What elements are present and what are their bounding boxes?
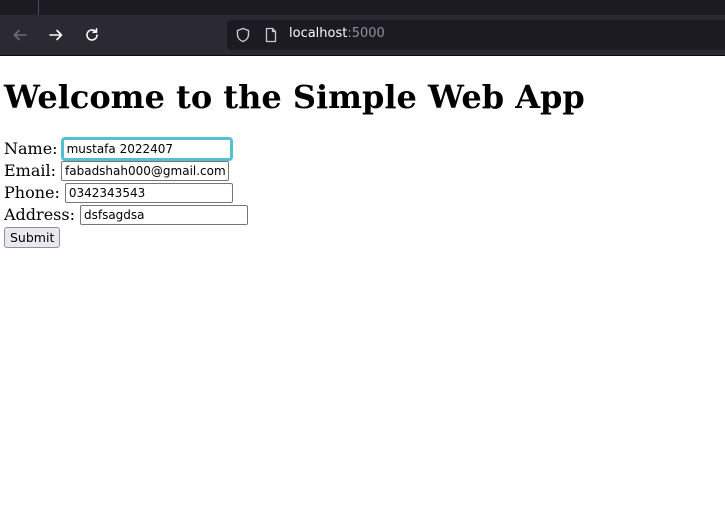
address-row: Address:: [4, 204, 721, 226]
phone-input[interactable]: [64, 183, 233, 203]
name-input[interactable]: [60, 137, 233, 161]
email-row: Email:: [4, 160, 721, 182]
address-input[interactable]: [79, 205, 248, 225]
back-button[interactable]: [8, 23, 32, 47]
phone-row: Phone:: [4, 182, 721, 204]
email-input[interactable]: [61, 161, 230, 181]
shield-icon[interactable]: [235, 27, 251, 43]
url-text[interactable]: localhost:5000: [289, 26, 385, 41]
name-row: Name:: [4, 137, 721, 161]
forward-button[interactable]: [44, 23, 68, 47]
forward-arrow-icon: [49, 29, 63, 41]
address-label: Address:: [4, 205, 75, 224]
name-label: Name:: [4, 139, 58, 158]
user-form: Name: Email: Phone: Address: Submit: [4, 137, 721, 248]
browser-toolbar: localhost:5000: [0, 15, 725, 55]
tab-strip: [0, 0, 725, 15]
page-icon[interactable]: [263, 27, 279, 43]
page-title: Welcome to the Simple Web App: [4, 78, 585, 116]
address-bar[interactable]: localhost:5000: [227, 20, 725, 50]
tab-separator: [38, 0, 39, 15]
submit-button[interactable]: Submit: [4, 227, 61, 248]
url-host: localhost: [289, 26, 348, 41]
phone-label: Phone:: [4, 183, 60, 202]
back-arrow-icon: [13, 29, 27, 41]
url-port: :5000: [347, 26, 385, 41]
reload-button[interactable]: [80, 23, 104, 47]
email-label: Email:: [4, 161, 57, 180]
page-content: Welcome to the Simple Web App Name: Emai…: [4, 56, 721, 248]
reload-icon: [86, 28, 98, 41]
